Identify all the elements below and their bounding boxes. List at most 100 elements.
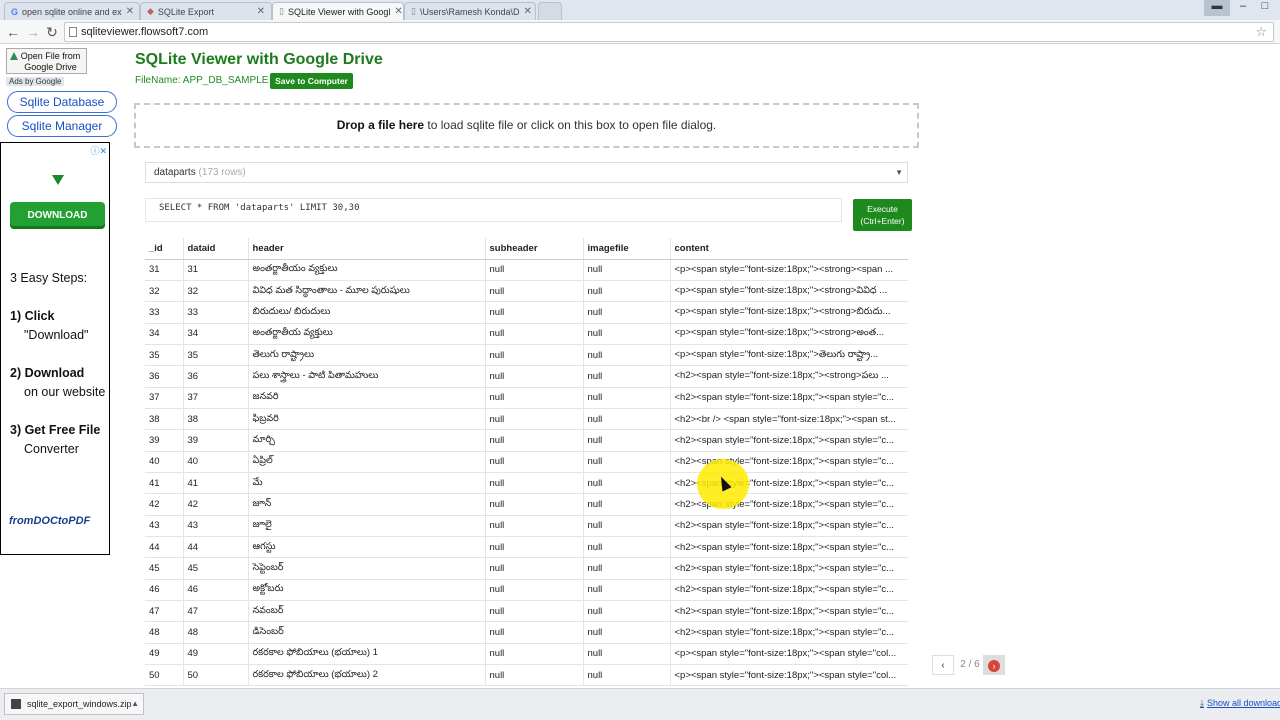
chevron-down-icon[interactable]: ▲ [131, 694, 139, 714]
open-google-drive-button[interactable]: Open File from Google Drive [6, 48, 87, 74]
tab-0[interactable]: G open sqlite online and ex ✕ [4, 2, 140, 20]
ads-by-google-label[interactable]: Ads by Google [6, 77, 65, 86]
table-row[interactable]: 40 40 ఏప్రిల్ null null <h2><span style="font… [145, 451, 908, 473]
table-row[interactable]: 41 41 మే null null <h2><span style="font-size… [145, 472, 908, 495]
table-row[interactable]: 47 47 నవంబర్ null null <h2><span style="font-… [145, 600, 908, 623]
results-table: _id dataid header subheader imagefile co… [145, 238, 908, 687]
tab-2[interactable]: ▯ SQLite Viewer with Googl ✕ [272, 2, 404, 20]
table-row[interactable]: 31 31 అంతర్జాతీయం వ్యక్తులు null null <p><spa… [145, 259, 908, 281]
table-cell-id: 36 [145, 365, 183, 388]
table-row[interactable]: 38 38 ఫిబ్రవరి null null <h2><br /> <span sty… [145, 408, 908, 431]
table-cell-id: 38 [145, 408, 183, 431]
maximize-icon[interactable]: □ [1252, 0, 1278, 16]
table-cell-dataid: 42 [182, 493, 248, 516]
table-row[interactable]: 37 37 జనవరి null null <h2><span style="font-s… [145, 387, 908, 409]
table-row[interactable]: 44 44 ఆగస్టు null null <h2><span style="font-… [145, 536, 908, 559]
close-icon[interactable]: ✕ [394, 6, 402, 17]
table-cell-id: 43 [145, 515, 183, 537]
url-text: sqliteviewer.flowsoft7.com [81, 26, 209, 38]
table-cell-header: సెప్టెంబర్ [247, 557, 485, 580]
page-title: SQLite Viewer with Google Drive [135, 51, 383, 68]
table-cell-dataid: 35 [182, 344, 248, 367]
table-row[interactable]: 50 50 రకరకాల ఫోబియాలు (భయాలు) 2 null null <p>… [145, 664, 908, 687]
save-to-computer-button[interactable]: Save to Computer [270, 73, 353, 89]
ad-download-button[interactable]: DOWNLOAD [10, 202, 105, 229]
table-select[interactable]: dataparts (173 rows) ▼ [145, 162, 908, 183]
file-drop-zone[interactable]: Drop a file here to load sqlite file or … [134, 103, 919, 148]
table-cell-id: 37 [145, 387, 183, 409]
table-row[interactable]: 36 36 పలు శాస్త్రాలు - పాటి పితామహులు null n… [145, 365, 908, 388]
table-cell-imagefile: null [582, 280, 670, 303]
prev-page-button[interactable]: ‹ [932, 655, 954, 675]
table-cell-imagefile: null [582, 557, 670, 580]
table-row[interactable]: 39 39 మార్చి null null <h2><span style="font-… [145, 429, 908, 452]
table-row[interactable]: 49 49 రకరకాల ఫోబియాలు (భయాలు) 1 null null <p>… [145, 643, 908, 666]
table-cell-header: జూలై [247, 515, 485, 537]
table-cell-header: జనవరి [247, 387, 485, 409]
adchoices-icon[interactable]: ⓘ✕ [90, 144, 107, 157]
page-icon: ▯ [411, 6, 416, 16]
advertisement[interactable]: ⓘ✕ DOWNLOAD 3 Easy Steps: 1) Click "Down… [0, 142, 110, 555]
table-cell-id: 50 [145, 664, 183, 687]
table-cell-content: <p><span style="font-size:18px;"><strong… [669, 280, 908, 303]
show-all-downloads-link[interactable]: ⤓ Show all downloads [1200, 698, 1280, 709]
tab-label: open sqlite online and ex [22, 6, 122, 17]
table-cell-imagefile: null [582, 664, 670, 687]
chevron-down-icon: ▼ [895, 168, 903, 177]
download-icon: ⤓ [1200, 698, 1204, 708]
table-cell-dataid: 43 [182, 515, 248, 537]
table-cell-dataid: 38 [182, 408, 248, 431]
bookmark-star-icon[interactable]: ☆ [1255, 23, 1267, 41]
table-cell-header: అంతర్జాతీయ వ్యక్తులు [247, 323, 485, 345]
table-cell-header: అక్టోబరు [247, 579, 485, 602]
column-header[interactable]: imagefile [582, 238, 670, 260]
tab-3[interactable]: ▯ \Users\Ramesh Konda\D ✕ [404, 2, 536, 20]
tab-label: SQLite Export [157, 6, 214, 17]
reload-icon[interactable]: ↻ [43, 23, 61, 41]
new-tab-button[interactable] [538, 2, 562, 20]
table-cell-imagefile: null [582, 643, 670, 666]
ad-step2-b: on our website [24, 385, 106, 399]
table-cell-imagefile: null [582, 451, 670, 473]
table-row[interactable]: 43 43 జూలై null null <h2><span style="font-si… [145, 515, 908, 537]
table-cell-imagefile: null [582, 579, 670, 602]
table-row[interactable]: 35 35 తెలుగు రాష్ట్రాలు null null <p><span st… [145, 344, 908, 367]
sqlite-database-link[interactable]: Sqlite Database [7, 91, 117, 113]
page-icon: ▯ [279, 6, 284, 16]
tab-label: SQLite Viewer with Googl [287, 6, 391, 17]
column-header[interactable]: subheader [484, 238, 583, 260]
column-header[interactable]: header [247, 238, 485, 260]
table-cell-subheader: null [484, 579, 583, 602]
tab-1[interactable]: ◆ SQLite Export ✕ [140, 2, 272, 20]
column-header[interactable]: dataid [182, 238, 248, 260]
close-icon[interactable]: ✕ [524, 6, 532, 17]
column-header[interactable]: _id [145, 238, 183, 260]
next-page-button[interactable]: › [983, 655, 1005, 675]
table-cell-subheader: null [484, 259, 583, 281]
back-icon[interactable]: ← [4, 23, 22, 41]
table-row[interactable]: 45 45 సెప్టెంబర్ null null <h2><span style="f… [145, 557, 908, 580]
table-cell-subheader: null [484, 664, 583, 687]
user-icon[interactable]: ▬ [1204, 0, 1230, 16]
sql-query-input[interactable]: SELECT * FROM 'dataparts' LIMIT 30,30 [145, 198, 842, 222]
sqlite-manager-link[interactable]: Sqlite Manager [7, 115, 117, 137]
table-row[interactable]: 42 42 జూన్ null null <h2><span style="font-si… [145, 493, 908, 516]
close-icon[interactable]: ✕ [126, 6, 134, 17]
table-cell-dataid: 32 [182, 280, 248, 303]
table-row[interactable]: 48 48 డిసెంబర్ null null <h2><span style="fon… [145, 621, 908, 644]
table-cell-content: <p><span style="font-size:18px;"><span s… [669, 664, 908, 687]
table-row[interactable]: 32 32 వివిధ మత సిద్ధాంతాలు - మూల పురుషులు n… [145, 280, 908, 303]
pagination: ‹ 2 / 6 › [932, 655, 1007, 676]
table-row[interactable]: 34 34 అంతర్జాతీయ వ్యక్తులు null null <p><span… [145, 323, 908, 345]
table-cell-subheader: null [484, 451, 583, 473]
table-row[interactable]: 33 33 బిరుదులు/ బిరుదులు null null <p><span s… [145, 301, 908, 324]
close-icon[interactable]: ✕ [257, 6, 265, 17]
column-header[interactable]: content [669, 238, 908, 260]
forward-icon[interactable]: → [24, 23, 42, 41]
table-row-count: (173 rows) [198, 167, 246, 178]
download-item[interactable]: sqlite_export_windows.zip ▲ [4, 693, 144, 715]
table-cell-subheader: null [484, 557, 583, 580]
execute-button[interactable]: Execute (Ctrl+Enter) [853, 199, 912, 231]
address-bar[interactable]: sqliteviewer.flowsoft7.com ☆ [64, 22, 1274, 42]
table-row[interactable]: 46 46 అక్టోబరు null null <h2><span style="fon… [145, 579, 908, 602]
